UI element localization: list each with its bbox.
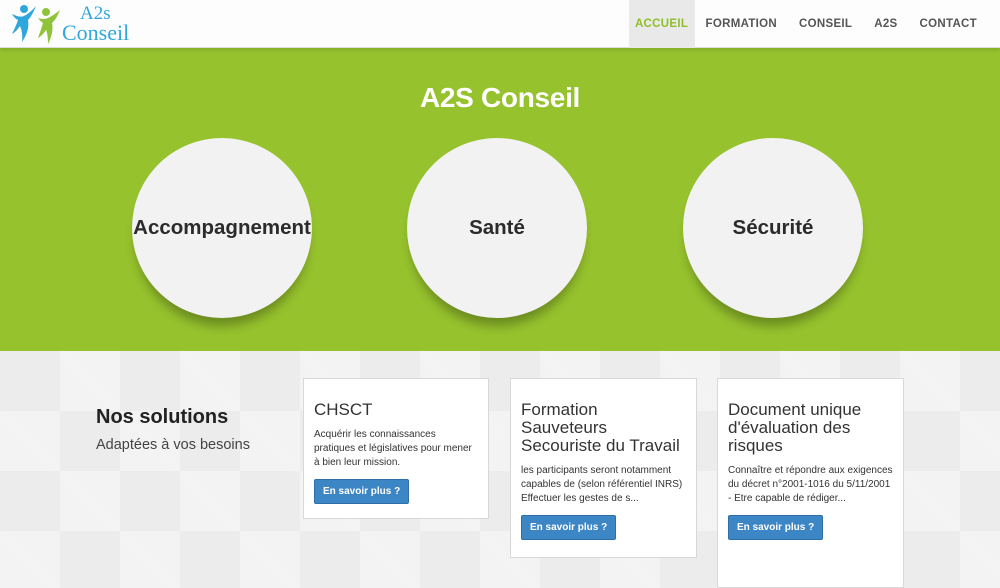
hero-title: A2S Conseil — [419, 82, 581, 113]
nav-item-contact[interactable]: CONTACT — [909, 0, 988, 48]
circle-sante[interactable]: Santé — [407, 138, 587, 318]
solutions-subtitle: Adaptées à vos besoins — [96, 437, 250, 453]
card-title: Formation Sauveteurs Secouriste du Trava… — [521, 400, 680, 455]
learn-more-button[interactable]: En savoir plus ? — [314, 479, 410, 504]
nav-item-formation[interactable]: FORMATION — [695, 0, 788, 48]
card-formation-sst: Formation Sauveteurs Secouriste du Trava… — [510, 378, 697, 558]
navbar: A2s Conseil ACCUEIL FORMATION CONSEIL A2… — [0, 0, 1000, 48]
logo-text-line2: Conseil — [62, 20, 130, 45]
solutions-section: Nos solutions Adaptées à vos besoins CHS… — [0, 351, 1000, 588]
card-document-unique: Document unique d'évaluation des risques… — [717, 378, 904, 588]
site-logo[interactable]: A2s Conseil — [10, 2, 140, 46]
people-logo-icon — [12, 5, 60, 44]
circle-label: Sécurité — [732, 216, 814, 239]
learn-more-button[interactable]: En savoir plus ? — [521, 515, 617, 540]
circle-label: Santé — [469, 216, 525, 239]
card-chsct: CHSCT Acquérir les connaissances pratiqu… — [303, 378, 489, 519]
circle-accompagnement[interactable]: Accompagnement — [132, 138, 312, 318]
hero-banner: A2S Conseil Accompagnement Santé Sécurit… — [0, 48, 1000, 351]
circle-label: Accompagnement — [133, 216, 311, 239]
card-text: les participants seront notamment capabl… — [521, 465, 683, 504]
card-text: Acquérir les connaissances pratiques et … — [314, 429, 472, 468]
nav-item-accueil[interactable]: ACCUEIL — [628, 0, 695, 48]
card-title: CHSCT — [314, 400, 373, 419]
learn-more-button[interactable]: En savoir plus ? — [728, 515, 824, 540]
nav-item-conseil[interactable]: CONSEIL — [788, 0, 863, 48]
nav-item-a2s[interactable]: A2S — [863, 0, 908, 48]
circle-securite[interactable]: Sécurité — [683, 138, 863, 318]
solutions-title: Nos solutions — [96, 406, 229, 428]
main-nav: ACCUEIL FORMATION CONSEIL A2S CONTACT — [628, 0, 988, 48]
card-title: Document unique d'évaluation des risques — [728, 400, 862, 455]
card-text: Connaître et répondre aux exigences du d… — [728, 465, 893, 504]
